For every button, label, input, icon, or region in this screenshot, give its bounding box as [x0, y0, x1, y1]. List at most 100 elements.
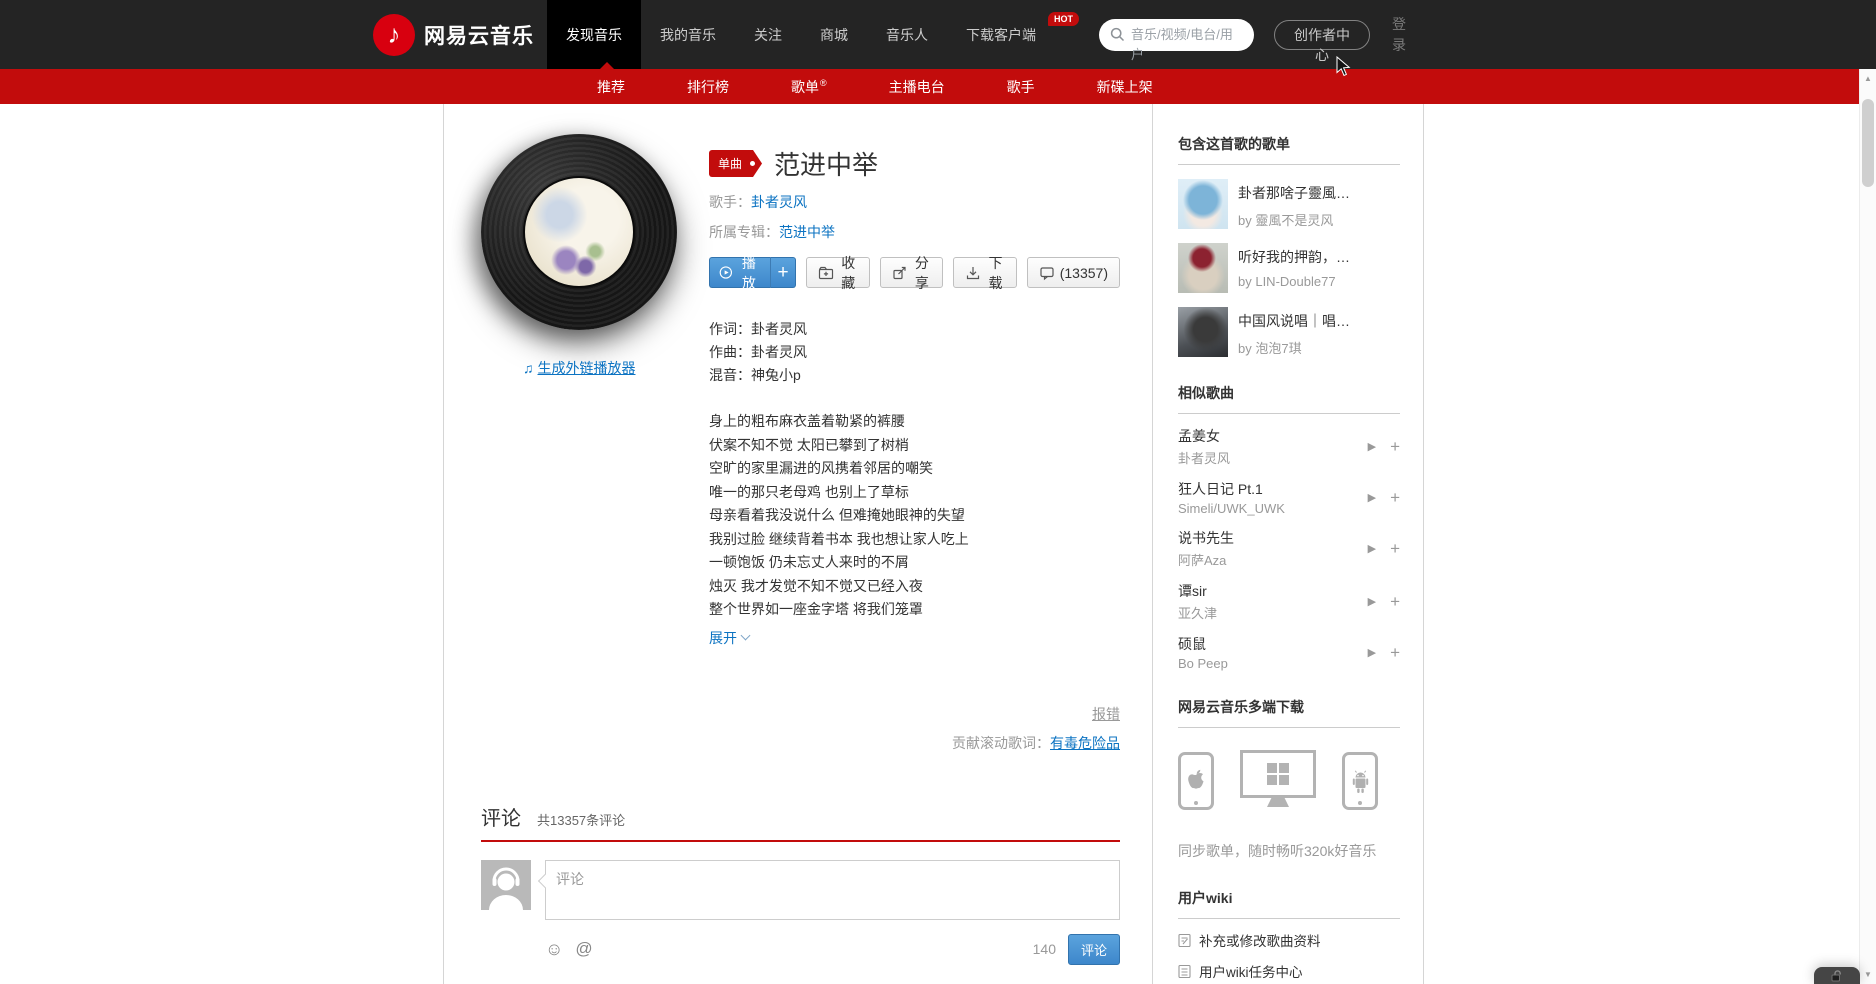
- share-button[interactable]: 分享: [879, 255, 944, 291]
- playlist-title[interactable]: 中国风说唱｜唱…: [1238, 311, 1388, 331]
- play-song-icon[interactable]: ▶: [1368, 491, 1376, 504]
- play-song-icon[interactable]: ▶: [1368, 595, 1376, 608]
- similar-song-item[interactable]: 孟姜女 卦者灵风 ▶ +: [1178, 426, 1400, 467]
- playlist-cover[interactable]: [1178, 307, 1228, 357]
- playlist-cover[interactable]: [1178, 243, 1228, 293]
- add-song-icon[interactable]: +: [1390, 644, 1400, 661]
- nav-item-download-client[interactable]: 下载客户端 HOT: [947, 0, 1079, 69]
- playlist-item[interactable]: 中国风说唱｜唱… by 泡泡7琪: [1178, 307, 1400, 357]
- similar-song-name[interactable]: 说书先生: [1178, 528, 1360, 548]
- similar-song-artist: 阿萨Aza: [1178, 553, 1227, 568]
- play-song-icon[interactable]: ▶: [1368, 646, 1376, 659]
- similar-song-name[interactable]: 孟姜女: [1178, 426, 1360, 446]
- action-buttons: 播放 + 收藏 分享 下载 (13357): [709, 255, 1120, 291]
- external-player-label: 生成外链播放器: [537, 360, 636, 376]
- brand-logo[interactable]: ♪ 网易云音乐: [373, 13, 534, 56]
- comment-input[interactable]: [545, 859, 1120, 920]
- main-nav: 发现音乐 我的音乐 关注 商城 音乐人 下载客户端 HOT: [547, 0, 1079, 69]
- song-detail-main: ♫ 生成外链播放器 单曲 范进中举 歌手：卦者灵风 所属专辑：范进中举 播放 +…: [444, 104, 1153, 984]
- ios-device-icon[interactable]: [1178, 752, 1214, 810]
- wiki-link-label: 补充或修改歌曲资料: [1199, 934, 1321, 949]
- favorite-button[interactable]: 收藏: [806, 255, 870, 291]
- playlist-title[interactable]: 听好我的押韵，…: [1238, 247, 1388, 267]
- add-song-icon[interactable]: +: [1390, 540, 1400, 557]
- emoji-picker-icon[interactable]: ☺: [545, 940, 563, 958]
- add-song-icon[interactable]: +: [1390, 438, 1400, 455]
- similar-song-name[interactable]: 谭sir: [1178, 581, 1360, 601]
- scrollbar-down-arrow[interactable]: ▼: [1860, 970, 1876, 979]
- playlists-section-title: 包含这首歌的歌单: [1178, 134, 1400, 165]
- nav-item-store[interactable]: 商城: [801, 0, 867, 69]
- android-device-icon[interactable]: [1342, 752, 1378, 810]
- expand-lyrics-link[interactable]: 展开: [709, 628, 751, 648]
- playlist-title[interactable]: 卦者那啥子靈風…: [1238, 183, 1388, 203]
- play-song-icon[interactable]: ▶: [1368, 542, 1376, 555]
- wiki-link-edit-song-info[interactable]: 补充或修改歌曲资料: [1178, 930, 1400, 950]
- share-label: 分享: [914, 254, 929, 291]
- artist-row: 歌手：卦者灵风: [709, 192, 1120, 212]
- add-song-icon[interactable]: +: [1390, 593, 1400, 610]
- user-wiki-title: 用户wiki: [1178, 888, 1400, 919]
- similar-song-item[interactable]: 狂人日记 Pt.1 Simeli/UWK_UWK ▶ +: [1178, 479, 1400, 516]
- subnav-item-charts[interactable]: 排行榜: [687, 77, 729, 97]
- scrollbar-up-arrow[interactable]: ▲: [1860, 74, 1876, 83]
- generate-external-player-link[interactable]: ♫ 生成外链播放器: [523, 358, 709, 378]
- comments-section: 评论 共13357条评论 ☺: [481, 802, 1120, 984]
- playlist-owner[interactable]: by 泡泡7琪: [1238, 338, 1388, 357]
- album-link[interactable]: 范进中举: [779, 224, 835, 240]
- submit-comment-button[interactable]: 评论: [1067, 933, 1120, 965]
- subnav-item-radio[interactable]: 主播电台: [889, 77, 945, 97]
- playlist-owner[interactable]: by 靈風不是灵风: [1238, 210, 1388, 229]
- report-error-link[interactable]: 报错: [1092, 706, 1120, 722]
- lyrics-contributor-link[interactable]: 有毒危险品: [1050, 735, 1120, 751]
- similar-song-name[interactable]: 硕鼠: [1178, 634, 1360, 654]
- nav-item-discover[interactable]: 发现音乐: [547, 0, 641, 69]
- search-icon: [1110, 27, 1125, 41]
- nav-item-my-music[interactable]: 我的音乐: [641, 0, 735, 69]
- registered-mark: ®: [820, 77, 827, 88]
- search-input[interactable]: 音乐/视频/电台/用户: [1099, 18, 1254, 62]
- discover-subnav: 推荐 排行榜 歌单® 主播电台 歌手 新碟上架: [0, 62, 1859, 104]
- subnav-item-artists[interactable]: 歌手: [1007, 77, 1035, 97]
- playlist-cover[interactable]: [1178, 179, 1228, 229]
- download-caption: 同步歌单，随时畅听320k好音乐: [1178, 843, 1377, 859]
- person-headphones-icon: [489, 867, 523, 910]
- windows-device-icon[interactable]: [1240, 750, 1316, 798]
- subnav-item-playlists[interactable]: 歌单®: [791, 77, 827, 97]
- mention-at-icon[interactable]: @: [575, 939, 592, 959]
- nav-item-follow[interactable]: 关注: [735, 0, 801, 69]
- add-song-icon[interactable]: +: [1390, 489, 1400, 506]
- page-scrollbar[interactable]: ▲ ▼: [1859, 69, 1876, 984]
- add-to-playlist-button[interactable]: +: [770, 257, 796, 288]
- comments-title: 评论: [481, 807, 521, 830]
- nav-item-musician[interactable]: 音乐人: [867, 0, 947, 69]
- playlist-item[interactable]: 听好我的押韵，… by LIN-Double77: [1178, 243, 1400, 293]
- player-lock-tab[interactable]: [1814, 967, 1860, 984]
- playlist-item[interactable]: 卦者那啥子靈風… by 靈風不是灵风: [1178, 179, 1400, 229]
- multi-device-download-title: 网易云音乐多端下载: [1178, 697, 1400, 728]
- wiki-link-task-center[interactable]: 用户wiki任务中心: [1178, 961, 1400, 981]
- unlock-icon: [1831, 969, 1841, 981]
- lyrics-text: 身上的粗布麻衣盖着勒紧的裤腰 伏案不知不觉 太阳已攀到了树梢 空旷的家里漏进的风…: [709, 413, 969, 617]
- user-avatar: [481, 859, 531, 910]
- similar-song-item[interactable]: 硕鼠 Bo Peep ▶ +: [1178, 634, 1400, 671]
- similar-song-item[interactable]: 谭sir 亚久津 ▶ +: [1178, 581, 1400, 622]
- play-label: 播放: [741, 254, 756, 291]
- sidebar: 包含这首歌的歌单 卦者那啥子靈風… by 靈風不是灵风 听好我的押韵，… by …: [1153, 104, 1423, 984]
- similar-song-item[interactable]: 说书先生 阿萨Aza ▶ +: [1178, 528, 1400, 569]
- scrollbar-thumb[interactable]: [1862, 99, 1874, 187]
- android-robot-icon: [1352, 770, 1368, 793]
- playlist-owner[interactable]: by LIN-Double77: [1238, 274, 1388, 289]
- similar-song-artist: 亚久津: [1178, 606, 1218, 621]
- subnav-item-recommend[interactable]: 推荐: [597, 77, 625, 97]
- creator-center-button[interactable]: 创作者中心: [1274, 19, 1370, 63]
- play-song-icon[interactable]: ▶: [1368, 440, 1376, 453]
- similar-song-name[interactable]: 狂人日记 Pt.1: [1178, 479, 1360, 499]
- artist-link[interactable]: 卦者灵风: [751, 194, 807, 210]
- play-button[interactable]: 播放: [709, 255, 771, 291]
- subnav-item-new-albums[interactable]: 新碟上架: [1097, 77, 1153, 97]
- login-link[interactable]: 登录: [1392, 14, 1408, 56]
- download-button[interactable]: 下载: [953, 255, 1017, 291]
- comment-count-button[interactable]: (13357): [1026, 257, 1120, 288]
- wiki-link-label: 用户wiki任务中心: [1199, 965, 1303, 980]
